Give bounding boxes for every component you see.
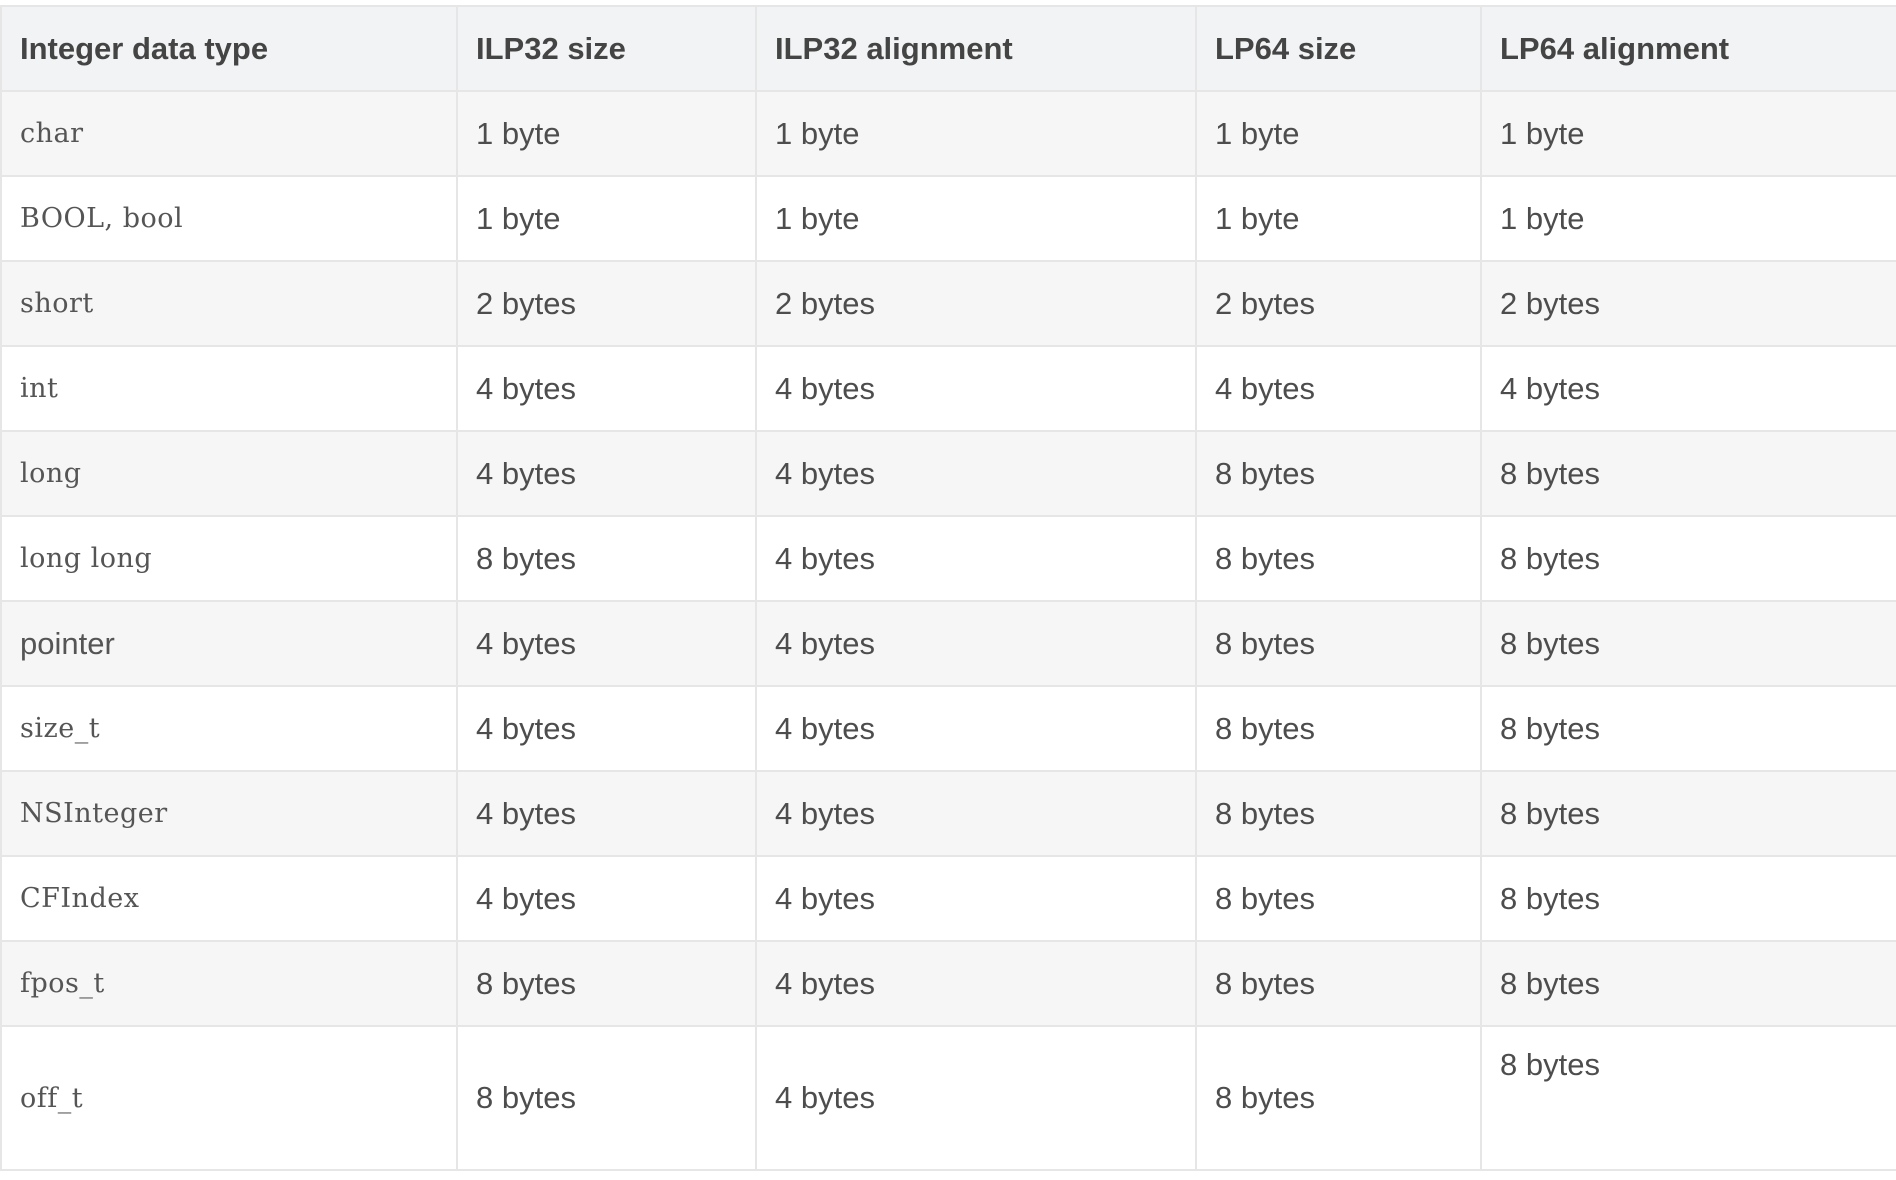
cell-lp64-alignment: 2 bytes: [1480, 260, 1896, 347]
cell-lp64-size: 2 bytes: [1195, 260, 1482, 347]
header-ilp32-size: ILP32 size: [456, 5, 757, 92]
cell-lp64-size: 8 bytes: [1195, 430, 1482, 517]
cell-ilp32-alignment: 1 byte: [755, 90, 1197, 177]
cell-type: BOOL, bool: [0, 175, 458, 262]
cell-ilp32-size: 4 bytes: [456, 855, 757, 942]
cell-ilp32-alignment: 4 bytes: [755, 685, 1197, 772]
cell-lp64-alignment: 8 bytes: [1480, 770, 1896, 857]
cell-lp64-alignment: 8 bytes: [1480, 685, 1896, 772]
cell-ilp32-size: 4 bytes: [456, 770, 757, 857]
table-row: BOOL, bool 1 byte 1 byte 1 byte 1 byte: [0, 175, 1896, 262]
cell-lp64-size: 1 byte: [1195, 90, 1482, 177]
cell-ilp32-size: 2 bytes: [456, 260, 757, 347]
cell-lp64-size: 8 bytes: [1195, 940, 1482, 1027]
cell-lp64-size: 4 bytes: [1195, 345, 1482, 432]
cell-lp64-alignment: 8 bytes: [1480, 855, 1896, 942]
table-row: long 4 bytes 4 bytes 8 bytes 8 bytes: [0, 430, 1896, 517]
cell-lp64-size: 1 byte: [1195, 175, 1482, 262]
cell-type: NSInteger: [0, 770, 458, 857]
cell-type: CFIndex: [0, 855, 458, 942]
cell-lp64-alignment: 1 byte: [1480, 175, 1896, 262]
cell-lp64-size: 8 bytes: [1195, 515, 1482, 602]
cell-type: short: [0, 260, 458, 347]
table-header-row: Integer data type ILP32 size ILP32 align…: [0, 5, 1896, 92]
table-row: size_t 4 bytes 4 bytes 8 bytes 8 bytes: [0, 685, 1896, 772]
cell-lp64-size: 8 bytes: [1195, 855, 1482, 942]
cell-ilp32-alignment: 4 bytes: [755, 770, 1197, 857]
cell-ilp32-alignment: 4 bytes: [755, 855, 1197, 942]
cell-lp64-alignment: 8 bytes: [1480, 515, 1896, 602]
cell-ilp32-size: 4 bytes: [456, 685, 757, 772]
cell-lp64-alignment: 8 bytes: [1480, 600, 1896, 687]
cell-lp64-size: 8 bytes: [1195, 685, 1482, 772]
cell-type: long long: [0, 515, 458, 602]
table-row: int 4 bytes 4 bytes 4 bytes 4 bytes: [0, 345, 1896, 432]
cell-ilp32-size: 8 bytes: [456, 940, 757, 1027]
cell-type: long: [0, 430, 458, 517]
cell-type: off_t: [0, 1025, 458, 1171]
cell-ilp32-alignment: 4 bytes: [755, 940, 1197, 1027]
cell-type: size_t: [0, 685, 458, 772]
cell-lp64-alignment: 8 bytes: [1480, 430, 1896, 517]
header-ilp32-alignment: ILP32 alignment: [755, 5, 1197, 92]
cell-ilp32-size: 4 bytes: [456, 345, 757, 432]
cell-type: fpos_t: [0, 940, 458, 1027]
cell-ilp32-alignment: 4 bytes: [755, 1025, 1197, 1171]
cell-type: pointer: [0, 600, 458, 687]
table-row: char 1 byte 1 byte 1 byte 1 byte: [0, 90, 1896, 177]
header-lp64-alignment: LP64 alignment: [1480, 5, 1896, 92]
cell-lp64-alignment: 8 bytes: [1480, 940, 1896, 1027]
cell-ilp32-size: 1 byte: [456, 90, 757, 177]
cell-lp64-alignment: 4 bytes: [1480, 345, 1896, 432]
cell-lp64-size: 8 bytes: [1195, 1025, 1482, 1171]
cell-ilp32-alignment: 4 bytes: [755, 345, 1197, 432]
cell-ilp32-size: 1 byte: [456, 175, 757, 262]
cell-ilp32-alignment: 1 byte: [755, 175, 1197, 262]
cell-lp64-alignment: 8 bytes: [1480, 1025, 1896, 1171]
cell-lp64-size: 8 bytes: [1195, 770, 1482, 857]
cell-ilp32-alignment: 4 bytes: [755, 600, 1197, 687]
cell-type: int: [0, 345, 458, 432]
cell-ilp32-size: 4 bytes: [456, 600, 757, 687]
table-row: short 2 bytes 2 bytes 2 bytes 2 bytes: [0, 260, 1896, 347]
cell-lp64-alignment: 1 byte: [1480, 90, 1896, 177]
table-row: NSInteger 4 bytes 4 bytes 8 bytes 8 byte…: [0, 770, 1896, 857]
table-row: pointer 4 bytes 4 bytes 8 bytes 8 bytes: [0, 600, 1896, 687]
cell-ilp32-size: 4 bytes: [456, 430, 757, 517]
cell-ilp32-size: 8 bytes: [456, 515, 757, 602]
cell-ilp32-size: 8 bytes: [456, 1025, 757, 1171]
cell-ilp32-alignment: 4 bytes: [755, 515, 1197, 602]
table-row: off_t 8 bytes 4 bytes 8 bytes 8 bytes: [0, 1025, 1896, 1171]
header-lp64-size: LP64 size: [1195, 5, 1482, 92]
cell-lp64-size: 8 bytes: [1195, 600, 1482, 687]
cell-ilp32-alignment: 4 bytes: [755, 430, 1197, 517]
header-integer-data-type: Integer data type: [0, 5, 458, 92]
cell-ilp32-alignment: 2 bytes: [755, 260, 1197, 347]
table-row: fpos_t 8 bytes 4 bytes 8 bytes 8 bytes: [0, 940, 1896, 1027]
integer-size-table: Integer data type ILP32 size ILP32 align…: [0, 5, 1896, 1171]
cell-type: char: [0, 90, 458, 177]
table-row: long long 8 bytes 4 bytes 8 bytes 8 byte…: [0, 515, 1896, 602]
table-row: CFIndex 4 bytes 4 bytes 8 bytes 8 bytes: [0, 855, 1896, 942]
